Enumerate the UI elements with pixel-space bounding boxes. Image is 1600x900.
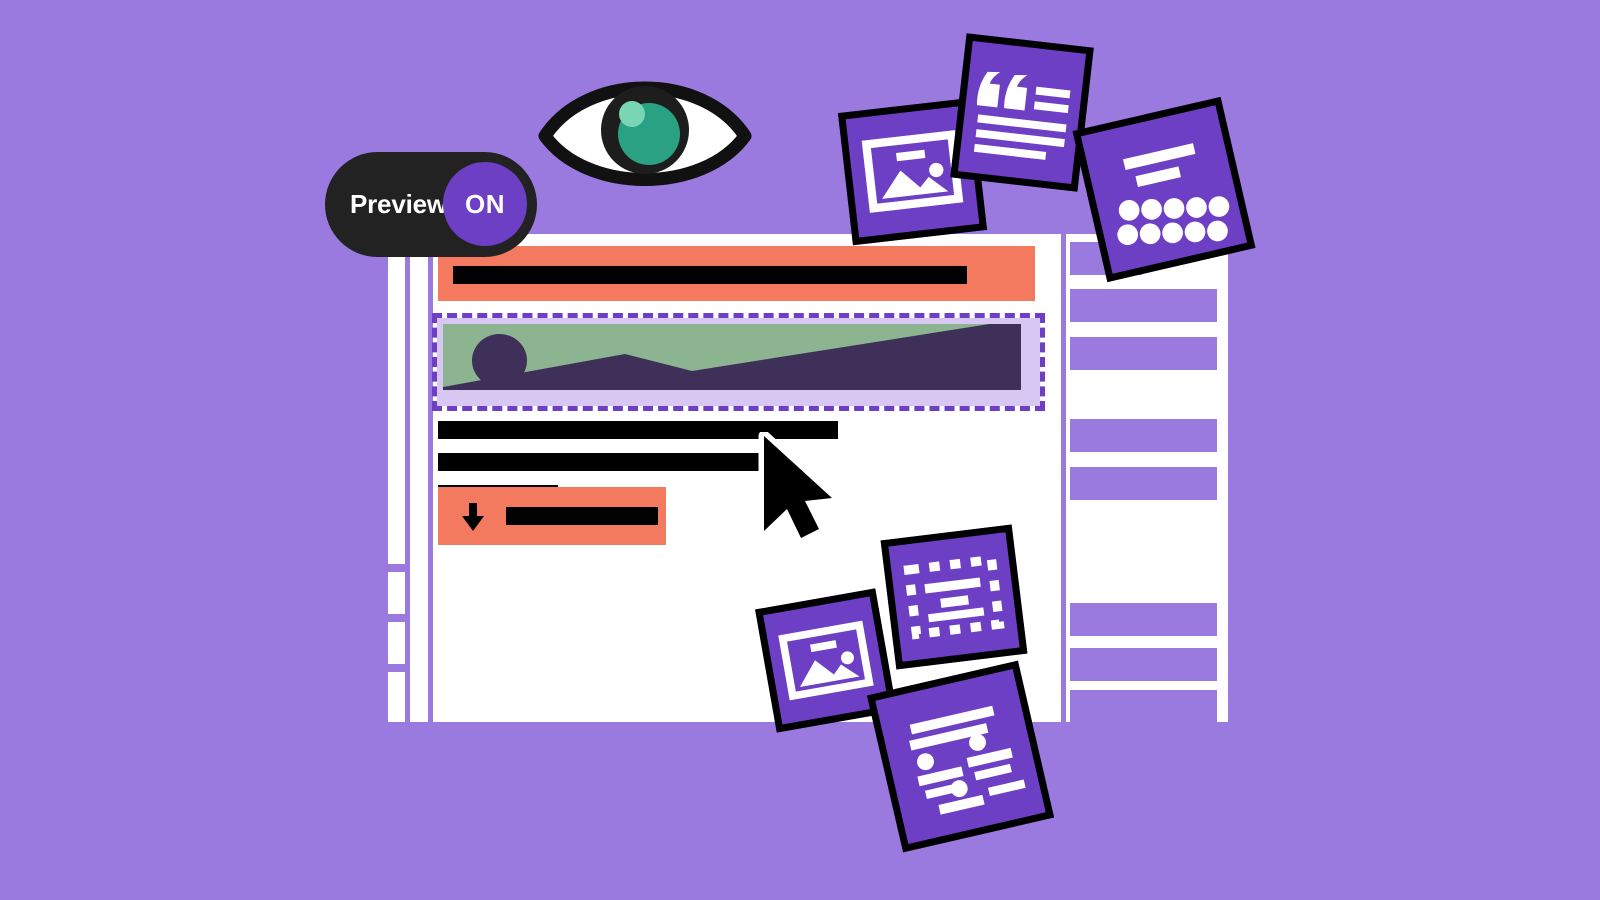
- editor-left-rail: [383, 234, 410, 722]
- gallery-dots-block-icon: [1117, 143, 1230, 246]
- preview-toggle-knob[interactable]: ON: [443, 162, 527, 246]
- mouse-pointer: [758, 432, 838, 542]
- eye-icon: [538, 81, 752, 186]
- block-card-group[interactable]: [880, 524, 1028, 670]
- rail-slot-main[interactable]: [388, 242, 405, 564]
- header-banner-block[interactable]: [438, 246, 1035, 301]
- illustration-canvas: Preview ON: [0, 0, 1600, 900]
- selection-outline: [432, 313, 1045, 411]
- sidebar-bar-4[interactable]: [1070, 419, 1217, 452]
- sidebar-bar-8[interactable]: [1070, 690, 1217, 723]
- block-card-quote[interactable]: [950, 33, 1094, 192]
- paragraph-line-2: [438, 453, 776, 471]
- sidebar-bar-2[interactable]: [1070, 289, 1217, 322]
- two-column-list-block-icon: [909, 705, 1026, 815]
- rail-slot-3[interactable]: [388, 672, 405, 722]
- sidebar-divider: [1061, 234, 1066, 722]
- sidebar-bar-3[interactable]: [1070, 337, 1217, 370]
- rail-slot-2[interactable]: [388, 622, 405, 664]
- cta-label-bar: [506, 507, 658, 525]
- preview-toggle[interactable]: Preview ON: [325, 152, 537, 257]
- download-arrow-icon: [462, 503, 484, 531]
- rail-slot-1[interactable]: [388, 572, 405, 614]
- quote-block-icon: [973, 71, 1071, 160]
- header-title-bar: [453, 266, 967, 284]
- sidebar-bar-7[interactable]: [1070, 648, 1217, 681]
- sidebar-bar-5[interactable]: [1070, 467, 1217, 500]
- editor-rail-divider: [428, 234, 433, 722]
- sidebar-bar-6[interactable]: [1070, 603, 1217, 636]
- cta-button-block[interactable]: [438, 487, 666, 545]
- dashed-group-block-icon: [903, 554, 1005, 640]
- preview-toggle-label: Preview: [350, 189, 447, 219]
- settings-sidebar: [1061, 234, 1228, 723]
- image-block-selected[interactable]: [432, 313, 1045, 411]
